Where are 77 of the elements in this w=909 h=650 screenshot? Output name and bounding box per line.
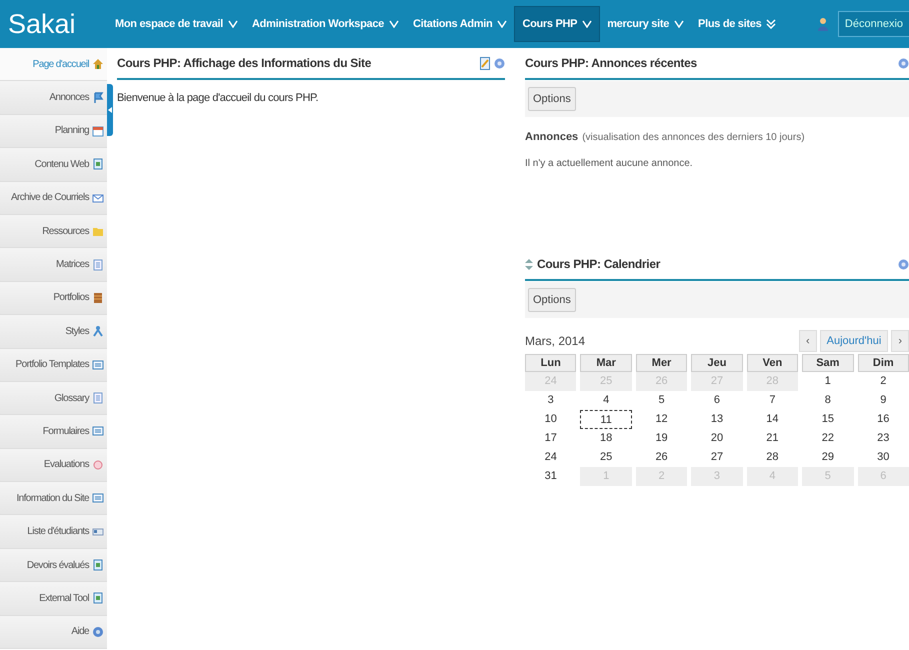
sidebar-item[interactable]: Portfolios [0, 282, 107, 316]
day-cell[interactable]: 3 [525, 391, 576, 410]
site-tab[interactable]: Citations Admin [406, 6, 514, 42]
day-cell[interactable]: 19 [636, 429, 688, 448]
day-cell[interactable]: 14 [746, 410, 798, 429]
day-cell[interactable]: 8 [802, 391, 854, 410]
sidebar-item[interactable]: Portfolio Templates [0, 348, 107, 382]
site-tab[interactable]: Plus de sites [691, 6, 784, 42]
weekday-header: Mer [636, 354, 688, 372]
day-cell[interactable]: 2 [858, 372, 909, 391]
section-heading: Annonces [525, 131, 578, 143]
day-cell[interactable]: 31 [525, 467, 576, 486]
sidebar-item[interactable]: Evaluations [0, 448, 107, 482]
logo[interactable]: Sakai [8, 8, 108, 40]
site-tab[interactable]: mercury site [600, 6, 692, 42]
sidebar-item[interactable]: Aide [0, 616, 107, 650]
sidebar-item[interactable]: Matrices [0, 248, 107, 282]
sidebar-item[interactable]: Liste d'étudiants [0, 515, 107, 549]
weekday-header: Lun [525, 354, 576, 372]
sidebar-item[interactable]: Devoirs évalués [0, 548, 107, 582]
day-cell[interactable]: 4 [580, 391, 632, 410]
day-cell[interactable]: 16 [858, 410, 909, 429]
today-button[interactable]: Aujourd'hui [820, 330, 888, 352]
day-cell[interactable]: 11 [580, 410, 632, 429]
weekday-header: Ven [746, 354, 798, 372]
panel-title: Cours PHP: Calendrier [537, 257, 662, 271]
day-cell[interactable]: 1 [802, 372, 854, 391]
section-subheading: (visualisation des annonces des derniers 10 jours) [582, 132, 805, 143]
day-cell[interactable]: 18 [580, 429, 632, 448]
weekday-header: Mar [580, 354, 632, 372]
day-cell[interactable]: 26 [636, 448, 688, 467]
day-cell[interactable]: 20 [691, 429, 743, 448]
day-cell[interactable]: 10 [525, 410, 576, 429]
day-cell[interactable]: 27 [691, 448, 743, 467]
site-tab[interactable]: Cours PHP [514, 6, 600, 42]
day-cell[interactable]: 28 [746, 448, 798, 467]
next-button[interactable]: › [891, 330, 909, 352]
sidebar-item[interactable]: Styles [0, 315, 107, 349]
options-button[interactable]: Options [528, 87, 576, 111]
weekday-header: Jeu [691, 354, 743, 372]
site-tab[interactable]: Mon espace de travail [108, 6, 246, 42]
day-cell[interactable]: 9 [858, 391, 909, 410]
day-cell[interactable]: 5 [636, 391, 688, 410]
day-cell[interactable]: 21 [746, 429, 798, 448]
day-cell[interactable]: 17 [525, 429, 576, 448]
sidebar-item[interactable]: External Tool [0, 582, 107, 616]
panel-title: Cours PHP: Annonces récentes [525, 56, 698, 70]
sidebar-item[interactable]: Contenu Web [0, 148, 107, 182]
day-cell[interactable]: 12 [636, 410, 688, 429]
day-cell[interactable]: 30 [858, 448, 909, 467]
sidebar-item[interactable]: Archive de Courriels [0, 182, 107, 215]
weekday-header: Dim [858, 354, 909, 372]
site-tab[interactable]: Administration Workspace [245, 6, 406, 42]
day-cell[interactable]: 15 [802, 410, 854, 429]
day-cell[interactable]: 23 [858, 429, 909, 448]
logout-button[interactable]: Déconnexio [838, 11, 909, 37]
panel-title: Cours PHP: Affichage des Informations du Site [117, 56, 372, 70]
sidebar-item[interactable]: Formulaires [0, 415, 107, 449]
sidebar-item[interactable]: Information du Site [0, 482, 107, 516]
day-cell[interactable]: 22 [802, 429, 854, 448]
sidebar-item[interactable]: Planning [0, 114, 107, 148]
options-button[interactable]: Options [528, 288, 576, 312]
day-cell[interactable]: 24 [525, 448, 576, 467]
day-cell[interactable]: 25 [580, 448, 632, 467]
day-cell[interactable]: 13 [691, 410, 743, 429]
previous-button[interactable]: ‹ [798, 330, 817, 352]
sidebar-item[interactable]: Page d'accueil [0, 48, 107, 82]
day-cell[interactable]: 6 [691, 391, 743, 410]
welcome-text: Bienvenue à la page d'accueil du cours PHP. [117, 92, 320, 104]
month-label: Mars, 2014 [525, 334, 586, 348]
weekday-header: Sam [802, 354, 854, 372]
day-cell[interactable]: 29 [802, 448, 854, 467]
empty-message: Il n'y a actuellement aucune annonce. [525, 158, 694, 169]
sidebar-item[interactable]: Glossary [0, 382, 107, 416]
sidebar-item[interactable]: Ressources [0, 214, 107, 248]
day-cell[interactable]: 7 [746, 391, 798, 410]
sidebar-item[interactable]: Annonces [0, 81, 107, 115]
